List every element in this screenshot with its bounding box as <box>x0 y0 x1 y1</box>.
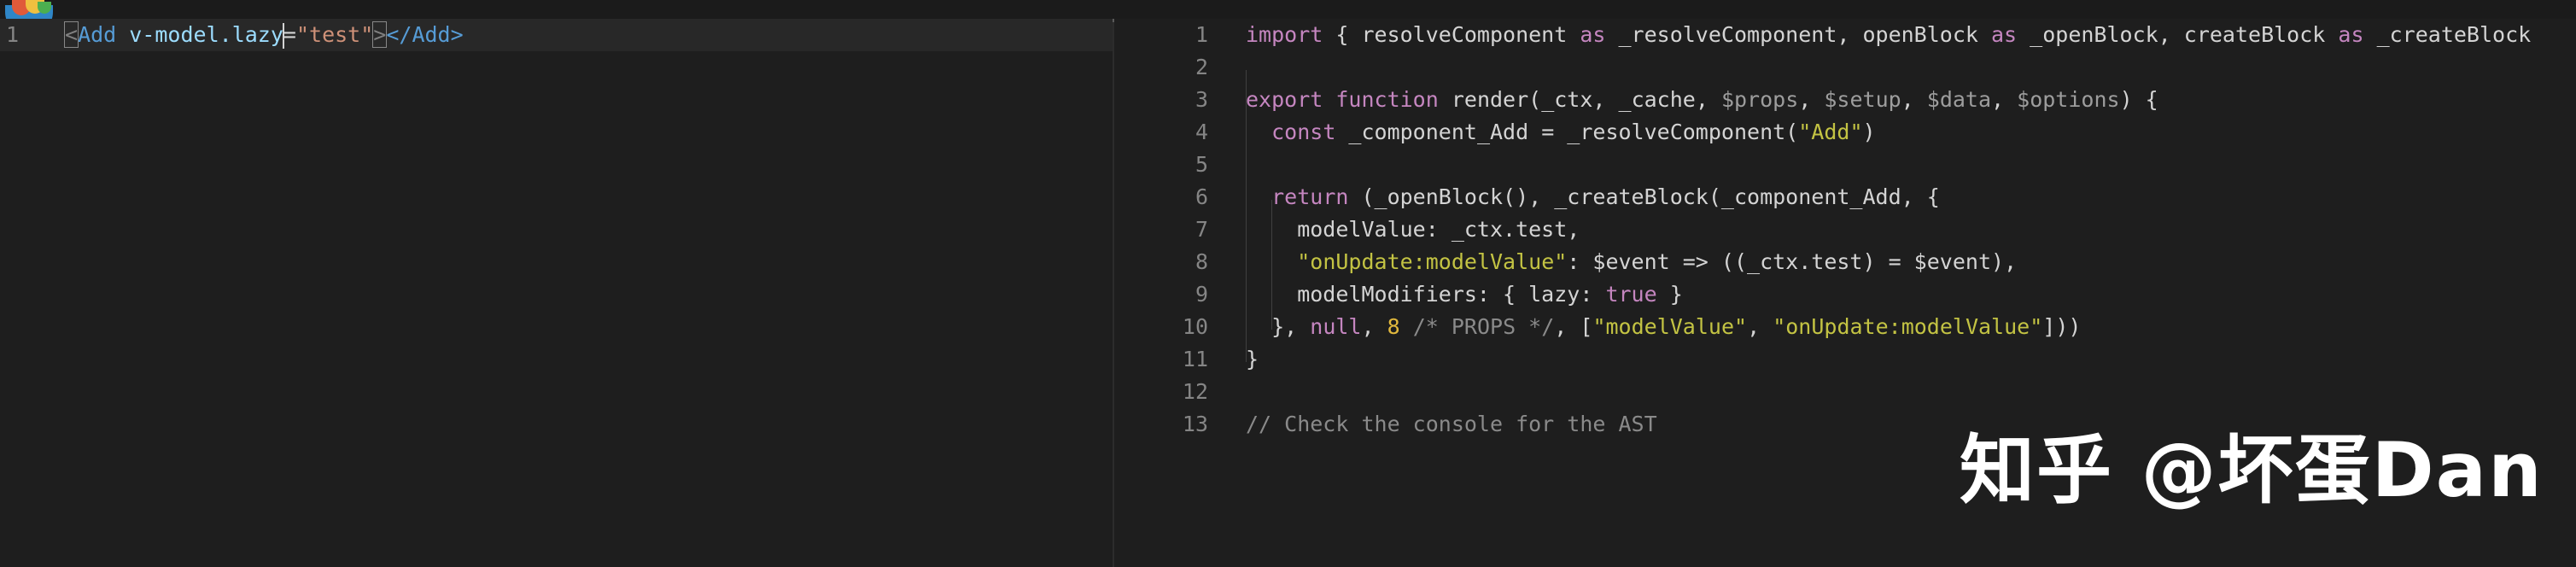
code-token: _resolveComponent, openBlock <box>1605 22 1991 47</box>
line-number: 8 <box>1195 249 1208 274</box>
code-token: } <box>1246 347 1259 371</box>
code-token: modelModifiers: { lazy: <box>1246 282 1606 307</box>
line-number: 10 <box>1182 314 1208 339</box>
code-token: $props <box>1720 87 1799 112</box>
attribute-name: v-model.lazy <box>129 22 283 47</box>
line-number: 1 <box>5 22 19 47</box>
code-token: }, <box>1246 314 1311 339</box>
code-line: }, null, 8 /* PROPS */, ["modelValue", "… <box>1246 311 2081 343</box>
code-token: as <box>2338 22 2364 47</box>
source-code-line[interactable]: <Add v-model.lazy="test"></Add> <box>63 19 464 51</box>
code-line: const _component_Add = _resolveComponent… <box>1246 116 1876 149</box>
code-token: , <box>1901 87 1927 112</box>
code-token: _createBlock <box>2363 22 2532 47</box>
code-token: const <box>1271 120 1336 144</box>
code-token: , <box>1798 87 1825 112</box>
line-number: 2 <box>1195 55 1208 79</box>
code-token: // Check the console for the AST <box>1246 412 1657 436</box>
source-editor-pane[interactable]: 1 <Add v-model.lazy="test"></Add> <box>0 19 1114 567</box>
code-token: $data <box>1926 87 1992 112</box>
line-number: 4 <box>1195 120 1208 144</box>
line-number: 12 <box>1182 379 1208 404</box>
code-token: "onUpdate:modelValue" <box>1297 249 1568 274</box>
code-token: } <box>1656 282 1683 307</box>
tag-close-bracket: > <box>372 21 388 48</box>
code-line: "onUpdate:modelValue": $event => ((_ctx.… <box>1246 246 2017 278</box>
tag-open-bracket: < <box>63 21 79 48</box>
watermark-text: 知乎 @坏蛋Dan <box>1960 426 2544 514</box>
code-token: 8 <box>1387 314 1400 339</box>
code-token: , <box>1747 314 1773 339</box>
code-line: // Check the console for the AST <box>1246 408 1657 441</box>
code-line: modelModifiers: { lazy: true } <box>1246 278 1683 311</box>
code-token: as <box>1991 22 2018 47</box>
code-token: export <box>1246 87 1323 112</box>
code-line: modelValue: _ctx.test, <box>1246 213 1580 246</box>
code-token: { resolveComponent <box>1323 22 1580 47</box>
line-number: 6 <box>1195 184 1208 209</box>
code-token: $setup <box>1824 87 1901 112</box>
code-token: , <box>1361 314 1387 339</box>
line-number: 1 <box>1195 22 1208 47</box>
code-token: /* PROPS */ <box>1412 314 1555 339</box>
code-token: $options <box>2017 87 2120 112</box>
code-line: } <box>1246 343 1259 376</box>
closing-tag: </Add> <box>386 22 464 47</box>
code-token: render(_ctx, _cache, <box>1438 87 1721 112</box>
code-token: as <box>1580 22 1606 47</box>
attribute-value: "test" <box>295 22 374 47</box>
line-number: 11 <box>1182 347 1208 371</box>
line-number: 5 <box>1195 152 1208 177</box>
top-toolbar <box>0 0 2576 20</box>
code-token: null <box>1310 314 1362 339</box>
code-token: function <box>1335 87 1439 112</box>
code-token: "Add" <box>1798 120 1863 144</box>
tag-name: Add <box>78 22 117 47</box>
code-line: return (_openBlock(), _createBlock(_comp… <box>1246 181 1940 213</box>
line-number: 3 <box>1195 87 1208 112</box>
code-token: ) { <box>2119 87 2158 112</box>
code-token: ])) <box>2042 314 2082 339</box>
code-token: "modelValue" <box>1592 314 1748 339</box>
code-token: modelValue: _ctx.test, <box>1246 217 1580 242</box>
code-line: export function render(_ctx, _cache, $pr… <box>1246 84 2158 116</box>
code-token: (_openBlock(), _createBlock(_component_A… <box>1348 184 1940 209</box>
code-token: : $event => ((_ctx.test) = $event), <box>1567 249 2018 274</box>
code-token: return <box>1271 184 1349 209</box>
attribute-equals: = <box>283 22 296 47</box>
code-token: , [ <box>1554 314 1593 339</box>
code-line: import { resolveComponent as _resolveCom… <box>1246 19 2531 51</box>
line-number: 7 <box>1195 217 1208 242</box>
line-number: 9 <box>1195 282 1208 307</box>
code-token: ) <box>1862 120 1876 144</box>
code-token: import <box>1246 22 1323 47</box>
code-token: , <box>1991 87 2018 112</box>
line-number: 13 <box>1182 412 1208 436</box>
code-token: _component_Add = _resolveComponent( <box>1335 120 1799 144</box>
code-token: "onUpdate:modelValue" <box>1773 314 2043 339</box>
code-token: _openBlock, createBlock <box>2017 22 2339 47</box>
code-token: true <box>1605 282 1657 307</box>
